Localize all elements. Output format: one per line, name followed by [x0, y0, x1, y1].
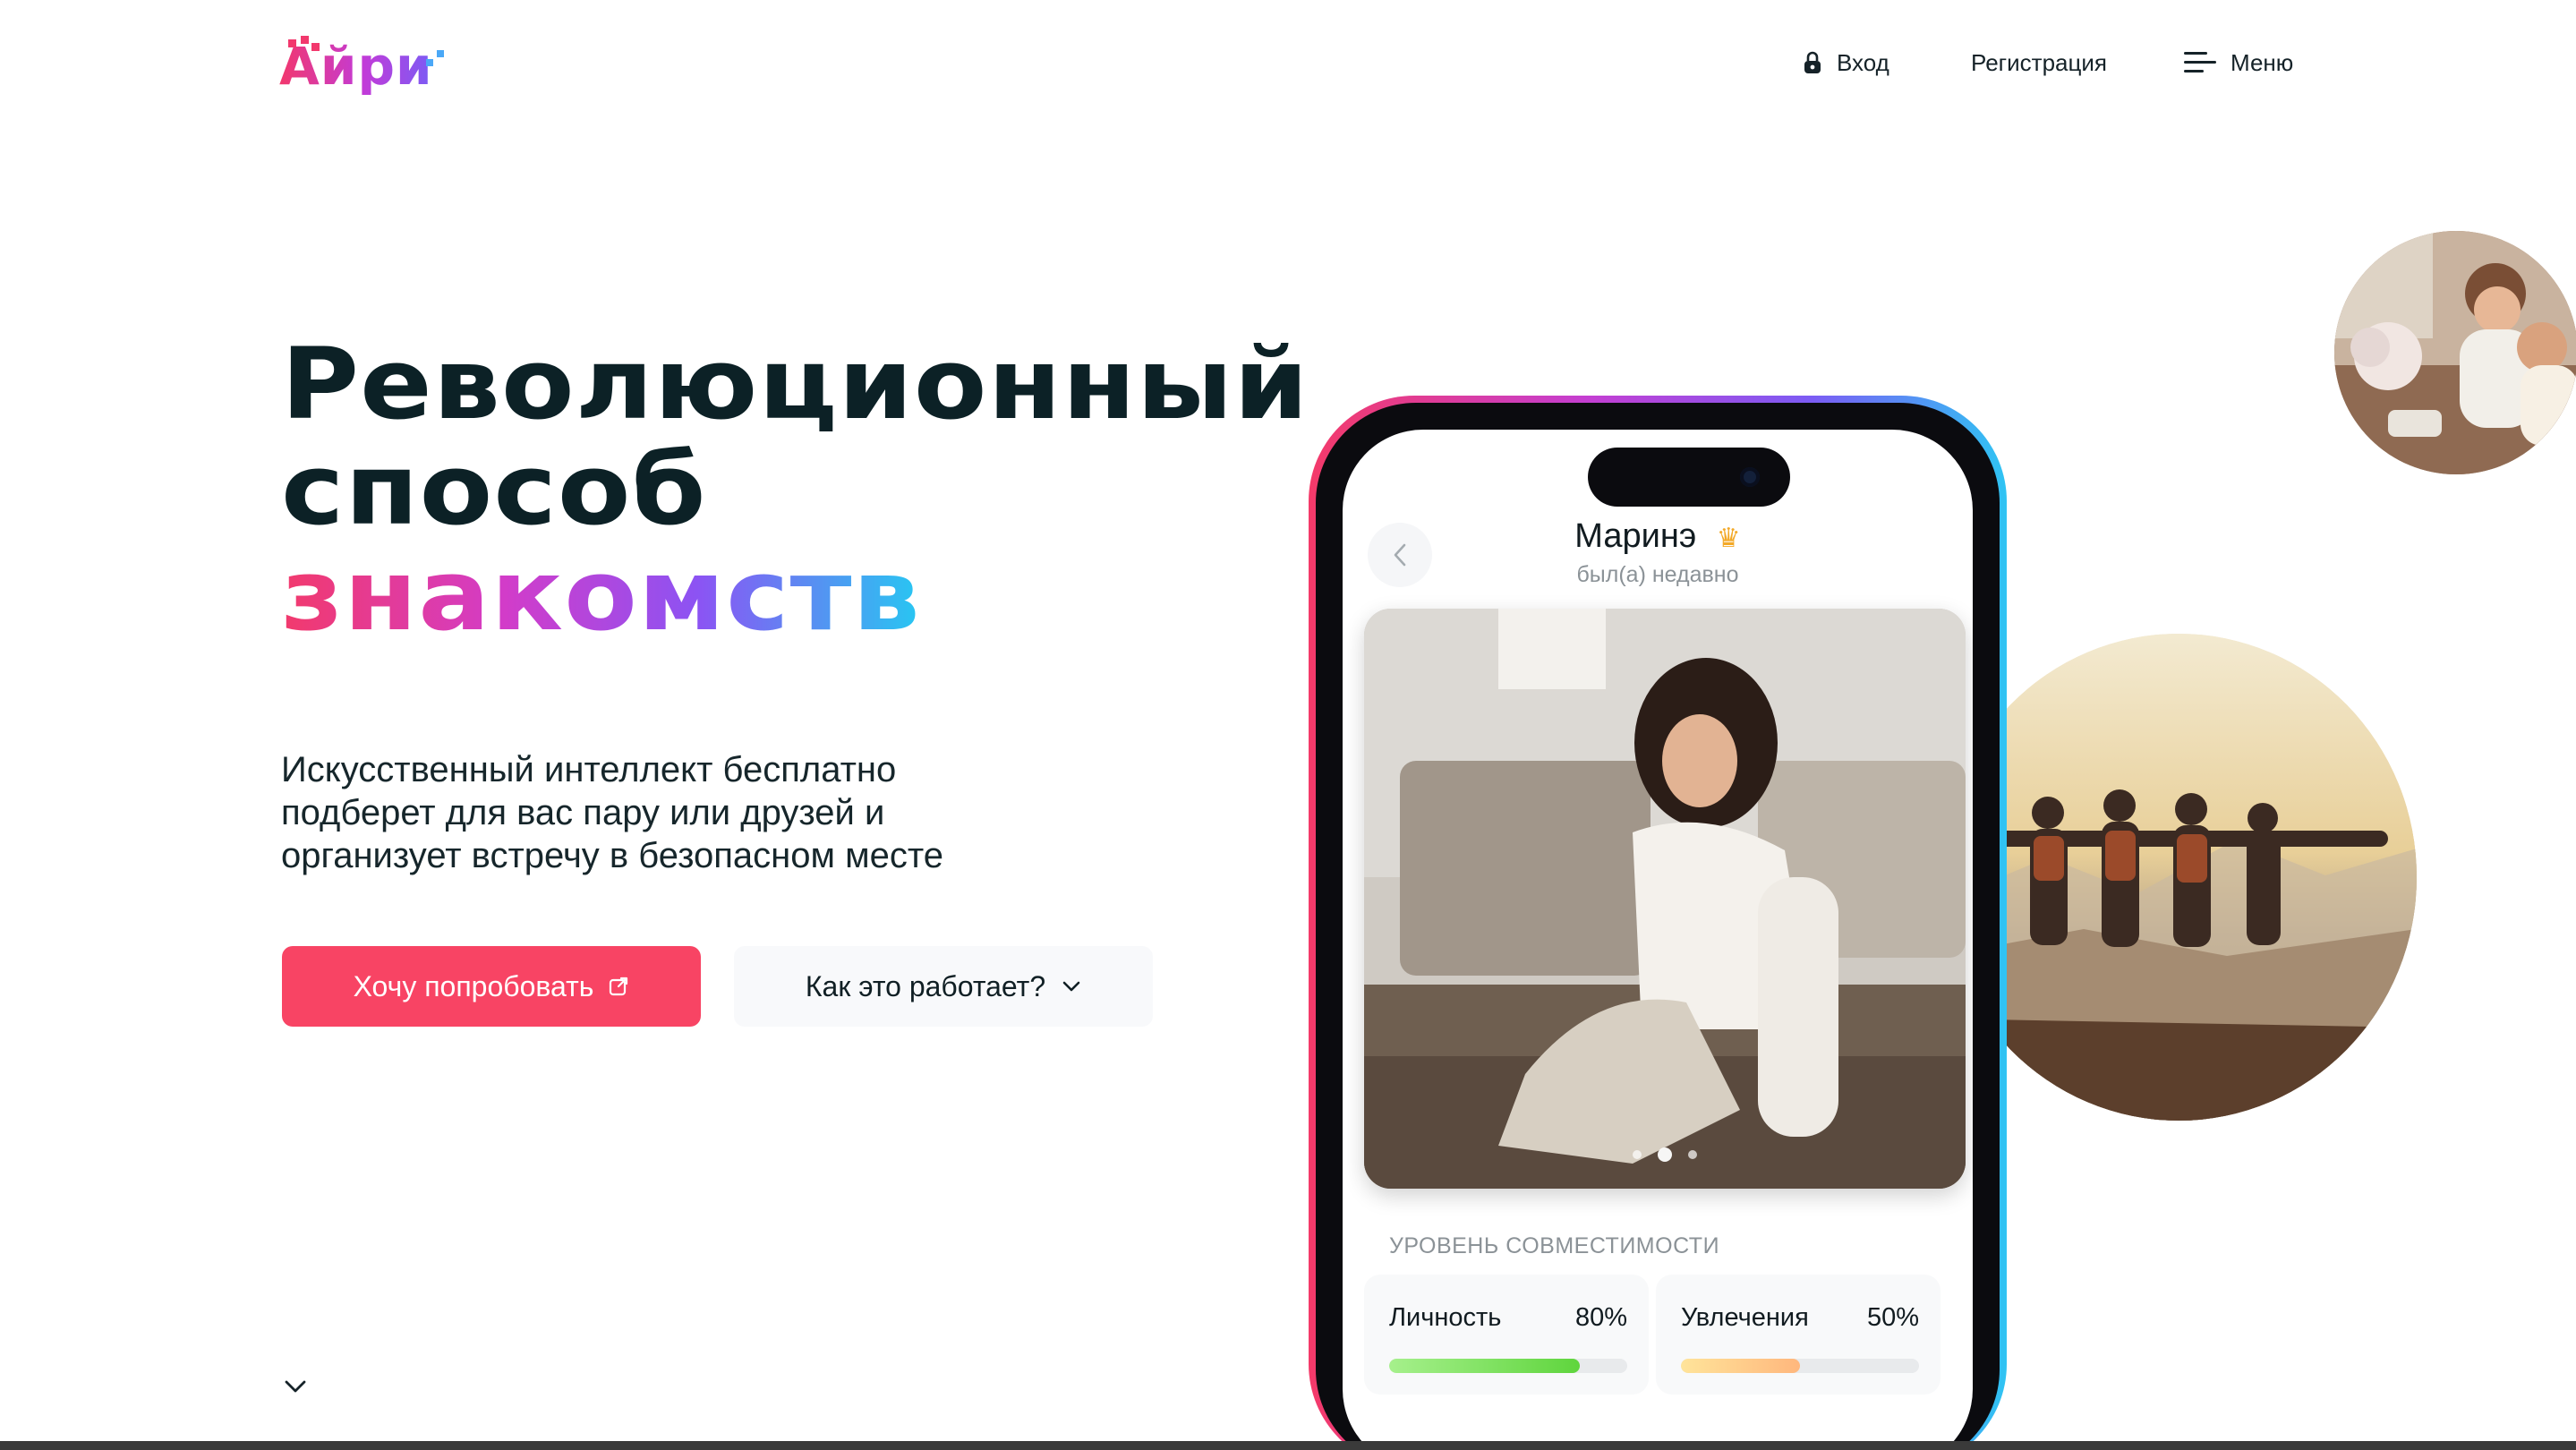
hero-title-line1: Революционный	[281, 327, 1309, 441]
compatibility-value: 80%	[1574, 1303, 1627, 1332]
compatibility-personality-card: Личность 80%	[1364, 1275, 1649, 1395]
profile-photo[interactable]	[1364, 609, 1966, 1189]
try-button-label: Хочу попробовать	[353, 969, 594, 1002]
menu-button[interactable]: Меню	[2184, 43, 2293, 82]
hero-title-line2: способ	[281, 432, 707, 547]
register-link[interactable]: Регистрация	[1971, 43, 2107, 82]
compatibility-label: Личность	[1389, 1303, 1502, 1332]
register-label: Регистрация	[1971, 48, 2107, 76]
compatibility-hobbies-card: Увлечения 50%	[1656, 1275, 1941, 1395]
crown-icon: ♛	[1716, 524, 1741, 553]
logo[interactable]: Айри	[279, 36, 444, 97]
compatibility-progress-track	[1681, 1359, 1919, 1373]
hero-title: Революционный способ знакомств	[281, 331, 1309, 648]
phone-frame: Маринэ ♛ был(а) недавно УРОВЕНЬ СОВМЕСТИ…	[1316, 403, 2000, 1450]
login-link[interactable]: Вход	[1803, 43, 1889, 82]
external-link-icon	[610, 977, 628, 996]
photo-dot[interactable]	[1633, 1150, 1642, 1159]
photo-dot[interactable]	[1688, 1150, 1697, 1159]
bottom-scrollbar[interactable]	[0, 1441, 2576, 1450]
phone-screen: Маринэ ♛ был(а) недавно УРОВЕНЬ СОВМЕСТИ…	[1343, 430, 1973, 1450]
couple-photo	[2334, 231, 2576, 474]
compatibility-progress-fill	[1389, 1359, 1580, 1373]
photo-pagination[interactable]	[1364, 1147, 1966, 1162]
login-label: Вход	[1837, 48, 1889, 76]
scroll-down-icon[interactable]	[283, 1377, 308, 1396]
dynamic-island	[1588, 448, 1790, 507]
camera-icon	[1740, 467, 1760, 487]
compatibility-value: 50%	[1866, 1303, 1919, 1332]
phone-mockup: Маринэ ♛ был(а) недавно УРОВЕНЬ СОВМЕСТИ…	[1309, 396, 2007, 1450]
chevron-down-icon	[1062, 981, 1080, 992]
friends-photo	[1941, 634, 2417, 1121]
profile-name-text: Маринэ	[1574, 517, 1697, 555]
photo-dot-active[interactable]	[1658, 1147, 1672, 1162]
hero-title-line3: знакомств	[281, 538, 921, 652]
how-it-works-button[interactable]: Как это работает?	[734, 946, 1153, 1027]
compatibility-progress-fill	[1681, 1359, 1800, 1373]
compatibility-label: Увлечения	[1681, 1303, 1809, 1332]
profile-status: был(а) недавно	[1576, 562, 1739, 587]
hero-subtitle: Искусственный интеллект бесплатно подбер…	[281, 750, 943, 875]
profile-name: Маринэ ♛	[1343, 517, 1973, 556]
logo-pixel-accent	[285, 36, 320, 55]
menu-label: Меню	[2231, 48, 2294, 76]
hamburger-menu-icon	[2184, 52, 2216, 72]
try-button[interactable]: Хочу попробовать	[282, 946, 701, 1027]
how-it-works-label: Как это работает?	[805, 969, 1046, 1002]
compatibility-title: УРОВЕНЬ СОВМЕСТИМОСТИ	[1389, 1233, 1720, 1258]
logo-dots	[425, 50, 446, 68]
lock-icon	[1804, 51, 1821, 73]
compatibility-progress-track	[1389, 1359, 1627, 1373]
